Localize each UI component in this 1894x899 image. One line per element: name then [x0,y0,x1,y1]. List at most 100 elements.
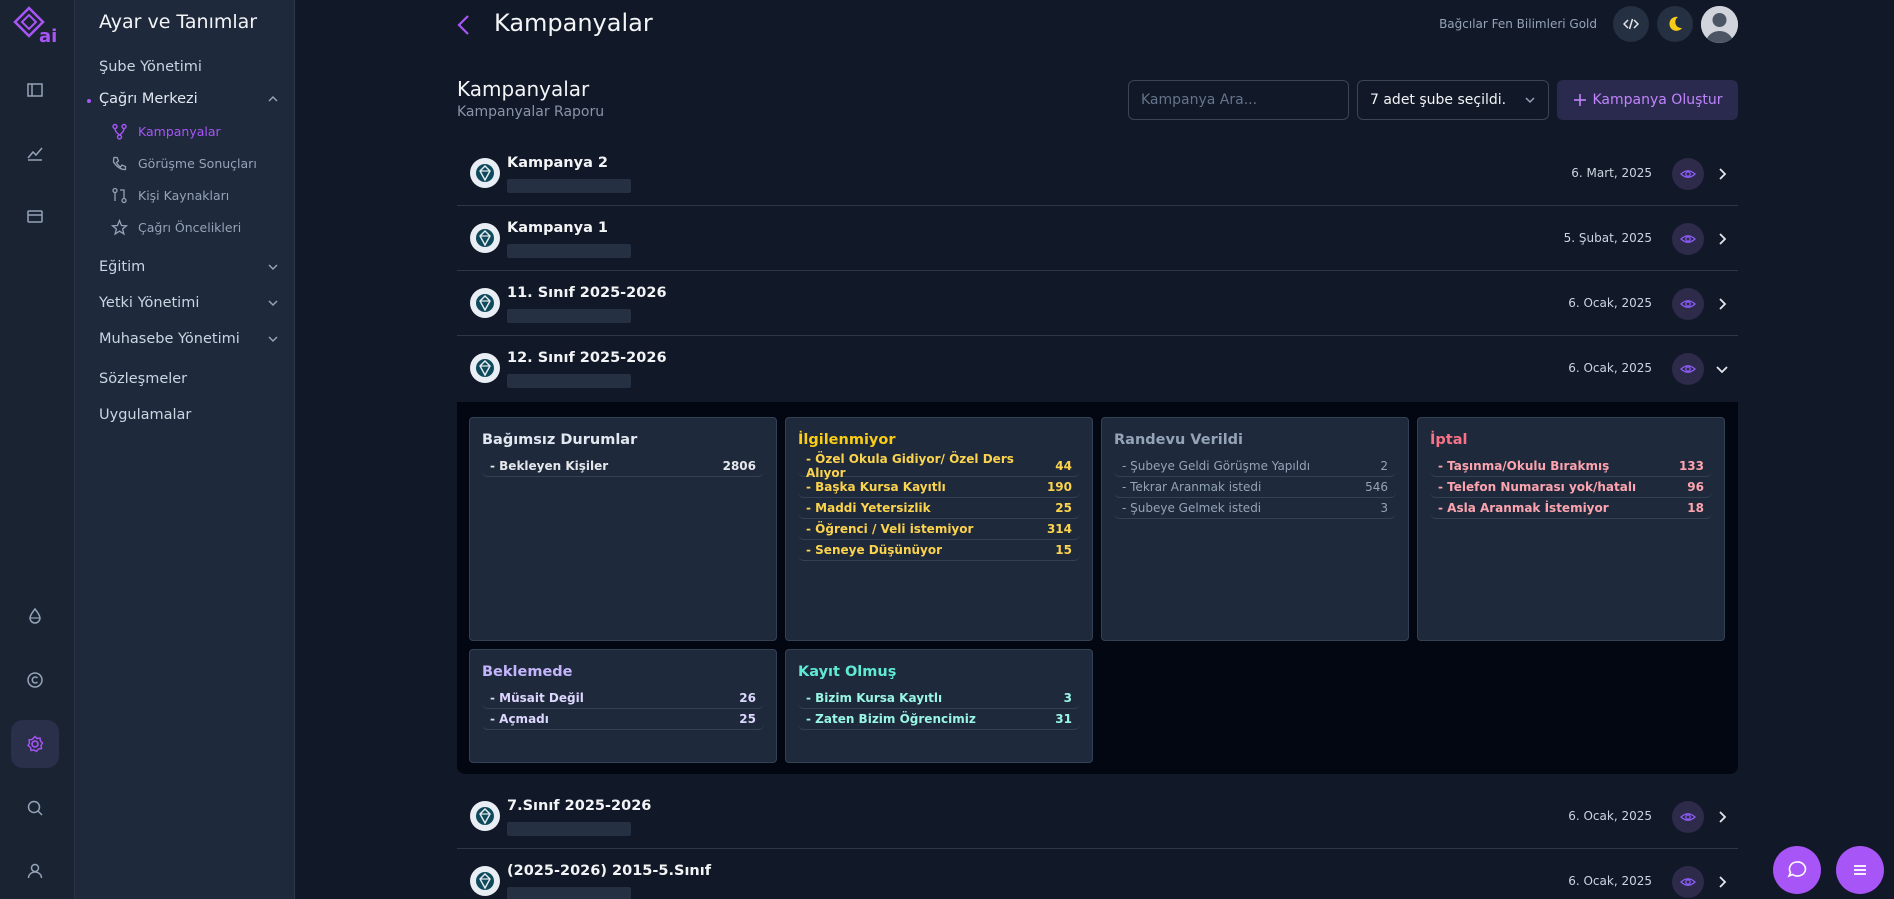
menu-icon [1854,865,1866,875]
view-campaign-button[interactable] [1672,866,1704,898]
layout-icon[interactable] [11,66,59,114]
status-count: 2 [1380,459,1388,473]
sidebar-item-cagri-merkezi[interactable]: Çağrı Merkezi [87,91,279,107]
sidebar-subitem-kampanyalar[interactable]: Kampanyalar [111,123,221,140]
status-count: 15 [1055,543,1072,557]
sidebar-subitem-gorusme-sonuclari[interactable]: Görüşme Sonuçları [111,155,257,172]
status-count: 3 [1063,691,1072,705]
chevron-right-icon[interactable] [1714,874,1730,890]
chart-icon[interactable] [11,129,59,177]
create-campaign-button[interactable]: Kampanya Oluştur [1557,80,1738,120]
status-label: - Asla Aranmak İstemiyor [1438,501,1609,515]
sidebar-item-label: Muhasebe Yönetimi [99,331,240,347]
status-count: 44 [1055,459,1072,473]
git-compare-icon [112,187,127,204]
view-campaign-button[interactable] [1672,353,1704,385]
star-icon [111,219,128,236]
campaign-progress-placeholder [507,244,631,258]
view-campaign-button[interactable] [1672,288,1704,320]
campaign-expanded-panel: Bağımsız Durumlar - Bekleyen Kişiler 2806 İ… [457,402,1738,774]
sidebar-item-label: Yetki Yönetimi [99,295,200,311]
chevron-right-icon[interactable] [1714,809,1730,825]
chevron-down-icon[interactable] [1714,361,1730,377]
settings-sidebar: Ayar ve Tanımlar Şube Yönetimi Çağrı Mer… [75,0,295,899]
chevron-right-icon[interactable] [1714,231,1730,247]
campaign-date: 5. Şubat, 2025 [1563,231,1652,245]
status-label: - Başka Kursa Kayıtlı [806,480,946,494]
chevron-right-icon[interactable] [1714,166,1730,182]
campaign-search-input[interactable] [1128,80,1349,120]
status-label: - Şubeye Gelmek istedi [1122,501,1262,515]
campaign-progress-placeholder [507,374,631,388]
campaign-date: 6. Ocak, 2025 [1568,296,1652,310]
campaign-row[interactable]: 7.Sınıf 2025-2026 6. Ocak, 2025 [457,785,1738,849]
campaign-date: 6. Mart, 2025 [1571,166,1652,180]
theme-toggle-button[interactable] [1657,6,1693,42]
wallet-icon[interactable] [11,192,59,240]
app-logo[interactable]: ai [9,4,59,47]
sidebar-subitem-label: Görüşme Sonuçları [138,156,257,171]
campaign-row[interactable]: Kampanya 1 5. Şubat, 2025 [457,207,1738,271]
sidebar-item-label: Sözleşmeler [99,371,188,387]
sidebar-subitem-kisi-kaynaklari[interactable]: Kişi Kaynakları [111,187,229,204]
icon-rail: ai [0,0,75,899]
view-campaign-button[interactable] [1672,158,1704,190]
menu-button[interactable] [1836,846,1884,894]
chevron-down-icon [1525,97,1535,104]
settings-icon[interactable] [11,720,59,768]
status-label: - Bekleyen Kişiler [490,459,609,473]
active-dot [87,99,91,103]
user-icon[interactable] [11,847,59,895]
sidebar-item-egitim[interactable]: Eğitim [99,259,279,275]
sidebar-subitem-cagri-oncelikleri[interactable]: Çağrı Öncelikleri [111,219,241,236]
campaign-name: 11. Sınıf 2025-2026 [507,285,667,301]
sidebar-item-yetki-yonetimi[interactable]: Yetki Yönetimi [99,295,279,311]
campaign-date: 6. Ocak, 2025 [1568,361,1652,375]
copyright-icon[interactable] [11,656,59,704]
status-label: - Seneye Düşünüyor [806,543,943,557]
campaign-row[interactable]: 11. Sınıf 2025-2026 6. Ocak, 2025 [457,272,1738,336]
back-arrow-icon[interactable] [454,13,474,37]
chevron-right-icon[interactable] [1714,296,1730,312]
sidebar-item-muhasebe-yonetimi[interactable]: Muhasebe Yönetimi [99,331,279,347]
branch-icon [112,123,127,140]
droplet-icon[interactable] [11,592,59,640]
chevron-up-icon [268,95,278,102]
organization-name: Bağcılar Fen Bilimleri Gold [1439,17,1597,31]
eye-icon [1680,365,1696,373]
status-count: 133 [1678,459,1704,473]
chat-button[interactable] [1773,846,1821,894]
section-subtitle: Kampanyalar Raporu [457,104,605,120]
campaign-logo-icon [470,866,500,896]
status-label: - Taşınma/Okulu Bırakmış [1438,459,1610,473]
campaign-logo-icon [470,288,500,318]
status-label: - Telefon Numarası yok/hatalı [1438,480,1637,494]
status-label: - Özel Okula Gidiyor/ Özel Ders Alıyor [806,452,1014,480]
status-group-card: Beklemede - Müsait Değil 26- Açmadı 25 [469,649,777,763]
sidebar-item-uygulamalar[interactable]: Uygulamalar [99,407,279,423]
status-group-card: Randevu Verildi - Şubeye Geldi Görüşme Ya… [1101,417,1409,641]
sidebar-item-sozlesmeler[interactable]: Sözleşmeler [99,371,279,387]
view-campaign-button[interactable] [1672,223,1704,255]
plus-icon [1573,94,1586,106]
user-avatar[interactable] [1701,6,1738,43]
campaign-progress-placeholder [507,179,631,193]
eye-icon [1680,235,1696,243]
status-count: 190 [1046,480,1072,494]
status-group-card: İlgilenmiyor - Özel Okula Gidiyor/ Özel D… [785,417,1093,641]
search-icon[interactable] [11,784,59,832]
code-toggle-button[interactable] [1613,6,1649,42]
campaign-name: 12. Sınıf 2025-2026 [507,350,667,366]
status-label: - Maddi Yetersizlik [806,501,931,515]
sidebar-item-sube-yonetimi[interactable]: Şube Yönetimi [99,59,279,75]
phone-icon [112,156,127,171]
campaign-row[interactable]: 12. Sınıf 2025-2026 6. Ocak, 2025 [457,337,1738,401]
chevron-down-icon [268,300,278,307]
campaign-row[interactable]: (2025-2026) 2015-5.Sınıf 6. Ocak, 2025 [457,850,1738,899]
branch-select[interactable]: 7 adet şube seçildi. [1357,80,1549,120]
campaign-row[interactable]: Kampanya 2 6. Mart, 2025 [457,142,1738,206]
code-icon [1623,18,1639,30]
sidebar-title: Ayar ve Tanımlar [99,11,258,33]
view-campaign-button[interactable] [1672,801,1704,833]
campaign-logo-icon [470,353,500,383]
